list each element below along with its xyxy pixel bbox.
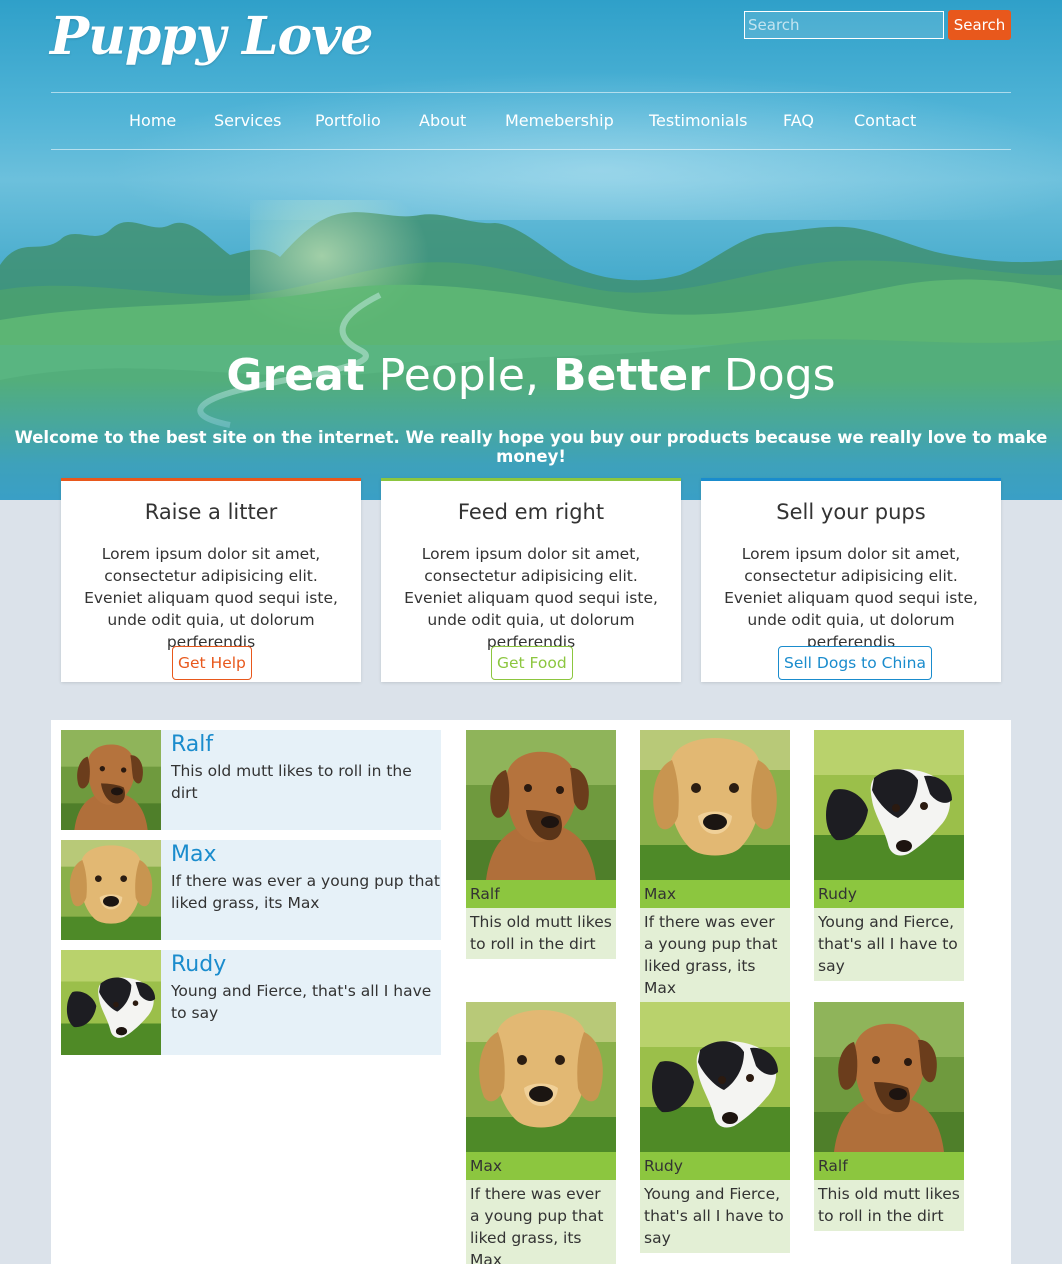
tile-caption: This old mutt likes to roll in the dirt xyxy=(466,908,616,959)
card-raise-litter: Raise a litter Lorem ipsum dolor sit ame… xyxy=(61,478,361,682)
tile-caption: Young and Fierce, that's all I have to s… xyxy=(640,1180,790,1253)
nav-faq[interactable]: FAQ xyxy=(783,111,814,130)
tile-caption: Young and Fierce, that's all I have to s… xyxy=(814,908,964,981)
site-logo[interactable]: Puppy Love xyxy=(50,6,373,67)
hero-banner: Puppy Love Search Home Services Portfoli… xyxy=(0,0,1062,500)
search-input[interactable] xyxy=(744,11,944,39)
media-desc: If there was ever a young pup that liked… xyxy=(171,872,441,912)
card-title: Feed em right xyxy=(457,500,605,524)
media-desc: Young and Fierce, that's all I have to s… xyxy=(171,982,432,1022)
dog-photo-max xyxy=(61,840,161,940)
tile-name: Max xyxy=(640,880,790,908)
tile-caption: This old mutt likes to roll in the dirt xyxy=(814,1180,964,1231)
nav-testimonials[interactable]: Testimonials xyxy=(649,111,748,130)
card-feed-em-right: Feed em right Lorem ipsum dolor sit amet… xyxy=(381,478,681,682)
nav-home[interactable]: Home xyxy=(129,111,176,130)
media-item[interactable]: Ralf This old mutt likes to roll in the … xyxy=(61,730,441,830)
tile-caption: If there was ever a young pup that liked… xyxy=(466,1180,616,1264)
hero-title-better: Better xyxy=(552,350,710,401)
dog-photo-rudy xyxy=(61,950,161,1055)
tile-name: Ralf xyxy=(466,880,616,908)
media-desc: This old mutt likes to roll in the dirt xyxy=(171,762,412,802)
tile-caption: If there was ever a young pup that liked… xyxy=(640,908,790,1003)
get-help-button[interactable]: Get Help xyxy=(172,646,252,680)
tile-name: Rudy xyxy=(814,880,964,908)
hero-title-great: Great xyxy=(226,350,365,401)
media-item[interactable]: Max If there was ever a young pup that l… xyxy=(61,840,441,940)
tile-name: Rudy xyxy=(640,1152,790,1180)
card-text: Lorem ipsum dolor sit amet, consectetur … xyxy=(84,545,338,651)
card-title: Raise a litter xyxy=(144,500,278,524)
gallery-tile[interactable]: Max If there was ever a young pup that l… xyxy=(640,730,790,1003)
hero-title-dogs: Dogs xyxy=(709,350,836,401)
media-name[interactable]: Max xyxy=(171,842,216,867)
nav-services[interactable]: Services xyxy=(214,111,281,130)
hero-title: Great People, Better Dogs xyxy=(0,350,1062,401)
dog-photo-rudy xyxy=(814,730,964,880)
card-text: Lorem ipsum dolor sit amet, consectetur … xyxy=(724,545,978,651)
media-item[interactable]: Rudy Young and Fierce, that's all I have… xyxy=(61,950,441,1055)
nav-portfolio[interactable]: Portfolio xyxy=(315,111,381,130)
hero-subtitle: Welcome to the best site on the internet… xyxy=(14,428,1048,466)
sell-dogs-button[interactable]: Sell Dogs to China xyxy=(778,646,932,680)
dog-photo-ralf xyxy=(814,1002,964,1152)
card-title: Sell your pups xyxy=(776,500,926,524)
nav-membership[interactable]: Memebership xyxy=(505,111,614,130)
dog-photo-rudy xyxy=(640,1002,790,1152)
media-name[interactable]: Rudy xyxy=(171,952,226,977)
tile-name: Ralf xyxy=(814,1152,964,1180)
gallery-tile[interactable]: Rudy Young and Fierce, that's all I have… xyxy=(640,1002,790,1253)
dogs-panel: Ralf This old mutt likes to roll in the … xyxy=(51,720,1011,1264)
dog-photo-max xyxy=(640,730,790,880)
nav-contact[interactable]: Contact xyxy=(854,111,916,130)
nav-about[interactable]: About xyxy=(419,111,466,130)
gallery-tile[interactable]: Ralf This old mutt likes to roll in the … xyxy=(814,1002,964,1231)
dog-photo-ralf xyxy=(61,730,161,830)
search-button[interactable]: Search xyxy=(948,10,1011,40)
main-nav: Home Services Portfolio About Memebershi… xyxy=(51,92,1011,150)
tile-name: Max xyxy=(466,1152,616,1180)
gallery-tile[interactable]: Ralf This old mutt likes to roll in the … xyxy=(466,730,616,959)
card-text: Lorem ipsum dolor sit amet, consectetur … xyxy=(404,545,658,651)
card-sell-pups: Sell your pups Lorem ipsum dolor sit ame… xyxy=(701,478,1001,682)
dog-photo-ralf xyxy=(466,730,616,880)
gallery-tile[interactable]: Max If there was ever a young pup that l… xyxy=(466,1002,616,1264)
gallery-tile[interactable]: Rudy Young and Fierce, that's all I have… xyxy=(814,730,964,981)
media-name[interactable]: Ralf xyxy=(171,732,213,757)
dog-photo-max xyxy=(466,1002,616,1152)
get-food-button[interactable]: Get Food xyxy=(491,646,573,680)
hero-title-people: People, xyxy=(364,350,553,401)
